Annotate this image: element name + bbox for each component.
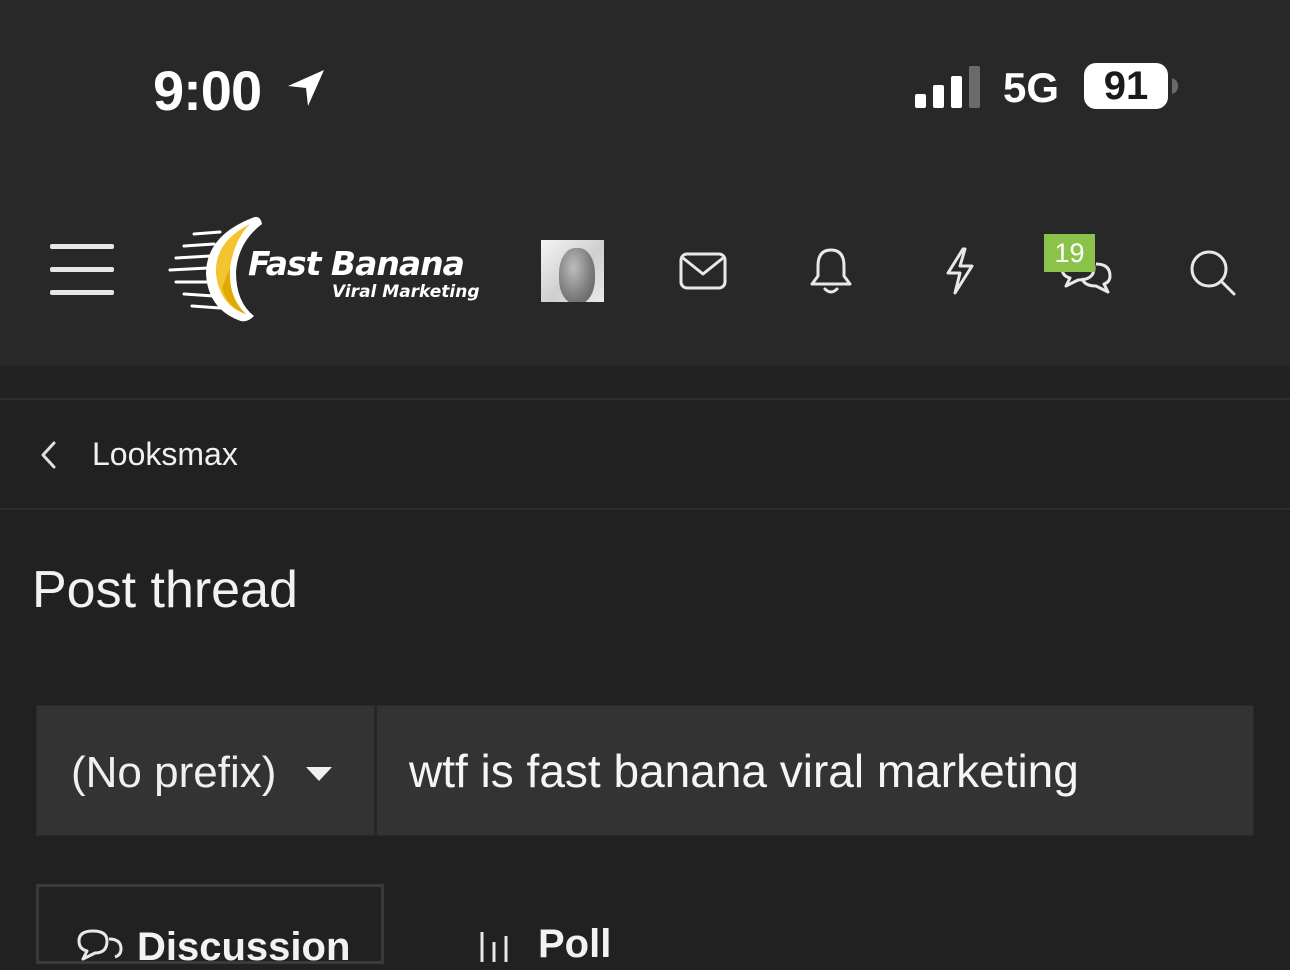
tab-discussion[interactable]: Discussion: [36, 884, 384, 969]
status-bar: 9:00 5G 91: [0, 0, 1290, 190]
caret-down-icon: [306, 767, 332, 781]
page-title: Post thread: [32, 561, 298, 619]
battery-level: 91: [1103, 64, 1149, 108]
poll-chart-icon: [480, 932, 508, 962]
prefix-value: (No prefix): [71, 748, 277, 797]
breadcrumb[interactable]: Looksmax: [0, 400, 1290, 510]
thread-title-row: (No prefix): [36, 705, 1254, 836]
avatar[interactable]: [541, 240, 604, 302]
cellular-signal-icon: [915, 66, 980, 108]
menu-icon[interactable]: [50, 244, 114, 296]
inbox-envelope-icon[interactable]: [679, 252, 727, 290]
logo-title: Fast Banana: [248, 244, 465, 283]
bell-icon[interactable]: [809, 246, 853, 296]
breadcrumb-link[interactable]: Looksmax: [92, 436, 238, 473]
tab-poll-label: Poll: [538, 922, 612, 966]
lightning-bolt-icon[interactable]: [943, 246, 977, 296]
thread-type-tabs: Discussion Poll: [36, 884, 1252, 969]
prefix-dropdown[interactable]: (No prefix): [37, 706, 377, 835]
thread-title-input[interactable]: [379, 706, 1253, 835]
subnav-strip: [0, 366, 1290, 400]
status-time: 9:00: [153, 59, 262, 122]
site-header: Fast Banana Viral Marketing 19: [0, 190, 1290, 366]
logo-subtitle: Viral Marketing: [332, 282, 480, 302]
network-type: 5G: [1003, 64, 1060, 111]
search-icon[interactable]: [1188, 248, 1238, 298]
conversations-count-badge: 19: [1044, 234, 1095, 272]
tab-discussion-label: Discussion: [137, 925, 351, 969]
chevron-left-icon: [41, 441, 56, 469]
location-arrow-icon: [288, 70, 324, 106]
discussion-icon: [77, 929, 123, 961]
